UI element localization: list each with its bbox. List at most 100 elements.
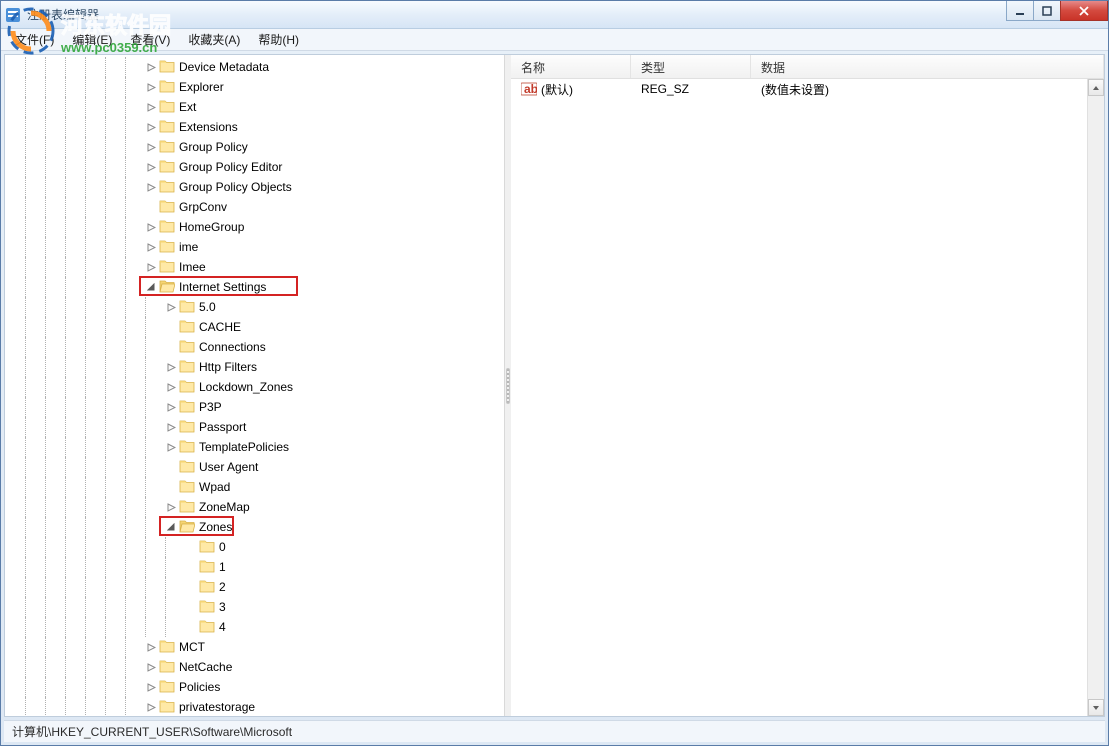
collapse-icon[interactable] [165, 521, 177, 533]
column-data[interactable]: 数据 [751, 55, 1104, 78]
menu-edit[interactable]: 编辑(E) [64, 29, 120, 50]
column-name[interactable]: 名称 [511, 55, 631, 78]
folder-icon [179, 378, 199, 397]
tree-node[interactable]: GrpConv [5, 197, 504, 217]
expand-icon[interactable] [145, 101, 157, 113]
tree-node[interactable]: Lockdown_Zones [5, 377, 504, 397]
tree-node[interactable]: Ext [5, 97, 504, 117]
tree-node[interactable]: Policies [5, 677, 504, 697]
tree-node[interactable]: User Agent [5, 457, 504, 477]
registry-tree[interactable]: Device MetadataExplorerExtExtensionsGrou… [5, 55, 504, 716]
no-expand-icon [185, 601, 197, 613]
tree-node-label: MCT [179, 640, 205, 654]
tree-node[interactable]: Group Policy Objects [5, 177, 504, 197]
tree-node[interactable]: Http Filters [5, 357, 504, 377]
column-type[interactable]: 类型 [631, 55, 751, 78]
expand-icon[interactable] [145, 221, 157, 233]
tree-node[interactable]: Zones [5, 517, 504, 537]
tree-pane[interactable]: Device MetadataExplorerExtExtensionsGrou… [5, 55, 505, 716]
maximize-button[interactable] [1033, 1, 1061, 21]
tree-node[interactable]: NetCache [5, 657, 504, 677]
tree-node-label: privatestorage [179, 700, 255, 714]
expand-icon[interactable] [165, 421, 177, 433]
tree-node-label: 0 [219, 540, 226, 554]
tree-node[interactable]: Internet Settings [5, 277, 504, 297]
expand-icon[interactable] [165, 301, 177, 313]
tree-node[interactable]: ime [5, 237, 504, 257]
expand-icon[interactable] [145, 181, 157, 193]
no-expand-icon [145, 201, 157, 213]
tree-node[interactable]: Group Policy Editor [5, 157, 504, 177]
expand-icon[interactable] [145, 81, 157, 93]
folder-icon [179, 398, 199, 417]
tree-node[interactable]: HomeGroup [5, 217, 504, 237]
window-controls [1007, 1, 1108, 21]
tree-node[interactable]: Extensions [5, 117, 504, 137]
scroll-up-button[interactable] [1088, 79, 1104, 96]
titlebar[interactable]: 注册表编辑器 [1, 1, 1108, 29]
folder-icon [179, 478, 199, 497]
tree-node-label: Policies [179, 680, 220, 694]
tree-node[interactable]: 1 [5, 557, 504, 577]
expand-icon[interactable] [165, 441, 177, 453]
tree-node[interactable]: 5.0 [5, 297, 504, 317]
folder-icon [159, 198, 179, 217]
scroll-down-button[interactable] [1088, 699, 1104, 716]
folder-icon [159, 138, 179, 157]
tree-node[interactable]: privatestorage [5, 697, 504, 716]
tree-node[interactable]: Device Metadata [5, 57, 504, 77]
vertical-scrollbar[interactable] [1087, 79, 1104, 716]
values-list[interactable]: (默认)REG_SZ(数值未设置) [511, 79, 1104, 716]
folder-icon [199, 598, 219, 617]
values-pane: 名称 类型 数据 (默认)REG_SZ(数值未设置) [511, 55, 1104, 716]
expand-icon[interactable] [145, 241, 157, 253]
tree-node[interactable]: 0 [5, 537, 504, 557]
tree-node-label: 5.0 [199, 300, 216, 314]
expand-icon[interactable] [165, 361, 177, 373]
tree-node[interactable]: Connections [5, 337, 504, 357]
tree-node[interactable]: TemplatePolicies [5, 437, 504, 457]
menu-view[interactable]: 查看(V) [122, 29, 178, 50]
expand-icon[interactable] [145, 121, 157, 133]
tree-node[interactable]: Passport [5, 417, 504, 437]
folder-icon [179, 298, 199, 317]
expand-icon[interactable] [145, 681, 157, 693]
expand-icon[interactable] [145, 641, 157, 653]
expand-icon[interactable] [145, 141, 157, 153]
value-name: (默认) [541, 81, 573, 98]
close-button[interactable] [1060, 1, 1108, 21]
tree-node-label: Passport [199, 420, 246, 434]
tree-node-label: Ext [179, 100, 196, 114]
folder-icon [159, 238, 179, 257]
tree-node[interactable]: P3P [5, 397, 504, 417]
tree-node[interactable]: ZoneMap [5, 497, 504, 517]
menu-file[interactable]: 文件(F) [7, 29, 62, 50]
tree-node[interactable]: 4 [5, 617, 504, 637]
expand-icon[interactable] [145, 661, 157, 673]
tree-node[interactable]: 3 [5, 597, 504, 617]
tree-node-label: Device Metadata [179, 60, 269, 74]
tree-node[interactable]: CACHE [5, 317, 504, 337]
expand-icon[interactable] [145, 161, 157, 173]
expand-icon[interactable] [165, 501, 177, 513]
value-row[interactable]: (默认)REG_SZ(数值未设置) [511, 79, 1104, 99]
collapse-icon[interactable] [145, 281, 157, 293]
expand-icon[interactable] [145, 261, 157, 273]
menu-help[interactable]: 帮助(H) [250, 29, 307, 50]
tree-node[interactable]: Wpad [5, 477, 504, 497]
tree-node-label: Connections [199, 340, 266, 354]
tree-node[interactable]: 2 [5, 577, 504, 597]
tree-node[interactable]: MCT [5, 637, 504, 657]
folder-icon [179, 358, 199, 377]
minimize-button[interactable] [1006, 1, 1034, 21]
tree-node[interactable]: Imee [5, 257, 504, 277]
tree-node[interactable]: Group Policy [5, 137, 504, 157]
tree-node-label: Explorer [179, 80, 224, 94]
tree-node[interactable]: Explorer [5, 77, 504, 97]
expand-icon[interactable] [145, 701, 157, 713]
tree-node-label: 1 [219, 560, 226, 574]
expand-icon[interactable] [165, 381, 177, 393]
menu-favorites[interactable]: 收藏夹(A) [180, 29, 248, 50]
expand-icon[interactable] [165, 401, 177, 413]
expand-icon[interactable] [145, 61, 157, 73]
